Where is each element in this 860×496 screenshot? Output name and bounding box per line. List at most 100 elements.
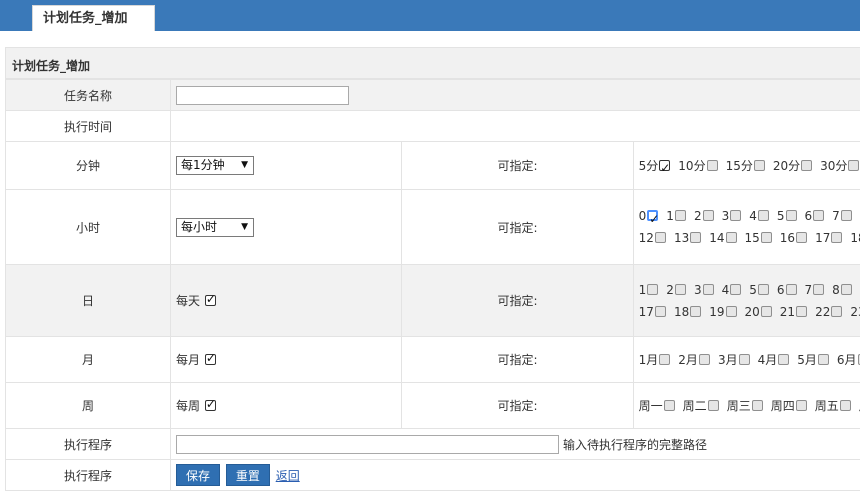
row-exec-time: 执行时间 — [5, 110, 860, 142]
label-hour: 小时 — [5, 189, 171, 265]
hour-option-label: 3 — [721, 209, 730, 223]
hour-select[interactable]: 每小时 ▼ — [176, 217, 254, 237]
day-option-checkbox[interactable] — [796, 305, 808, 317]
program-path-input[interactable] — [176, 434, 559, 454]
minute-option-checkbox[interactable] — [706, 159, 718, 171]
month-option-label: 5月 — [797, 352, 817, 367]
week-option-label: 周五 — [814, 398, 839, 413]
row-month: 月 每月 可指定: 1月2月3月4月5月6月7月8月9 — [5, 336, 860, 383]
day-option-label: 7 — [804, 282, 813, 297]
hour-option-checkbox[interactable] — [690, 232, 702, 243]
hour-option-label: 14 — [709, 231, 725, 245]
hour-option: 12 — [639, 227, 666, 249]
hour-option-checkbox[interactable] — [840, 210, 852, 221]
hour-option-label: 13 — [673, 231, 690, 245]
hour-option-checkbox[interactable] — [702, 210, 714, 221]
hour-option-checkbox[interactable] — [647, 208, 659, 230]
hour-option: 4 — [749, 205, 769, 227]
hour-option-checkbox[interactable] — [725, 232, 737, 243]
tab-task-add[interactable]: 计划任务_增加 — [32, 5, 155, 31]
hour-option-label: 0 — [638, 209, 647, 223]
hour-option-checkbox[interactable] — [796, 232, 808, 243]
minute-option: 15分 — [726, 155, 765, 177]
month-option-label: 2月 — [678, 352, 698, 367]
hour-option-checkbox[interactable] — [760, 232, 772, 243]
month-option-checkbox[interactable] — [817, 353, 829, 365]
row-week: 周 每周 可指定: 周一周二周三周四周五周六周日 — [5, 382, 860, 429]
day-option: 22 — [815, 301, 843, 323]
day-option-checkbox[interactable] — [690, 305, 702, 317]
hour-option-checkbox[interactable] — [654, 232, 666, 243]
hour-option-checkbox[interactable] — [730, 210, 742, 221]
day-options-line2: 1718192021222324252 — [639, 301, 860, 323]
row-minute: 分钟 每1分钟▼ 可指定: 5分10分15分20分30分40分50分 — [5, 141, 860, 190]
task-form-table: 任务名称 执行时间 分钟 每1分钟 ▼ 可指定: 5分 10分 15分 20分 30分 4 0… — [5, 79, 860, 491]
month-option-label: 6月 — [836, 352, 857, 367]
minute-option-label: 20分 — [772, 158, 801, 173]
hour-option-checkbox[interactable] — [785, 210, 797, 221]
label-month: 月 — [5, 336, 171, 383]
day-option: 4 — [722, 279, 742, 301]
week-option-checkbox[interactable] — [663, 399, 675, 411]
every-month-checkbox[interactable] — [204, 351, 216, 365]
week-option-checkbox[interactable] — [839, 399, 851, 411]
minute-select[interactable]: 每1分钟 ▼ — [176, 156, 254, 175]
day-option-checkbox[interactable] — [674, 283, 686, 295]
week-option-label: 周四 — [770, 398, 795, 413]
day-option-checkbox[interactable] — [760, 305, 772, 317]
minute-option-label: 30分 — [820, 158, 848, 173]
program-path-hint: 输入待执行程序的完整路径 — [563, 437, 708, 452]
hour-option: 14 — [709, 227, 737, 249]
minute-option-label: 5分 — [638, 158, 659, 173]
day-option: 17 — [639, 301, 666, 323]
label-actions: 执行程序 — [5, 459, 171, 491]
hour-option-checkbox[interactable] — [813, 210, 825, 221]
week-option-checkbox[interactable] — [795, 399, 807, 411]
day-option-checkbox[interactable] — [785, 283, 797, 295]
month-option-checkbox[interactable] — [738, 353, 750, 365]
day-option-checkbox[interactable] — [730, 283, 742, 295]
hour-option-checkbox[interactable] — [674, 210, 686, 221]
every-day-checkbox[interactable] — [204, 292, 216, 306]
day-option-checkbox[interactable] — [831, 305, 843, 317]
month-option-checkbox[interactable] — [698, 353, 710, 365]
day-option-checkbox[interactable] — [702, 283, 714, 295]
reset-button[interactable]: 重置 — [225, 464, 270, 486]
month-option-checkbox[interactable] — [778, 353, 790, 365]
day-option-checkbox[interactable] — [725, 305, 737, 317]
minute-options: 5分10分15分20分30分40分50分 — [638, 155, 860, 179]
month-option-checkbox[interactable] — [659, 353, 671, 365]
minute-option-checkbox[interactable] — [848, 159, 860, 171]
every-week-checkbox[interactable] — [204, 397, 216, 411]
week-option-checkbox[interactable] — [751, 399, 763, 411]
back-link[interactable]: 返回 — [276, 469, 300, 483]
day-option-checkbox[interactable] — [757, 283, 769, 295]
minute-option-checkbox[interactable] — [659, 157, 670, 179]
week-option: 周二 — [683, 395, 719, 417]
month-spec-label: 可指定: — [401, 336, 634, 383]
hour-option-checkbox[interactable] — [757, 210, 769, 221]
day-option-checkbox[interactable] — [647, 283, 659, 295]
day-option: 18 — [674, 301, 702, 323]
day-option: 20 — [745, 301, 772, 323]
top-bar: 计划任务_增加 — [0, 0, 860, 31]
month-option: 1月 — [639, 349, 671, 371]
hour-option-label: 18 — [850, 231, 860, 245]
hour-option-label: 17 — [815, 231, 831, 245]
task-name-input[interactable] — [176, 85, 349, 105]
minute-option-checkbox[interactable] — [753, 159, 765, 171]
hour-option-checkbox[interactable] — [831, 232, 843, 243]
day-option-checkbox[interactable] — [840, 283, 852, 295]
month-option: 4月 — [758, 349, 790, 371]
week-option-checkbox[interactable] — [707, 399, 719, 411]
week-option-label: 周三 — [726, 398, 751, 413]
minute-option-checkbox[interactable] — [801, 159, 813, 171]
day-options-line1: 1234567891011 — [639, 279, 860, 301]
day-option-label: 23 — [850, 304, 860, 319]
day-option-checkbox[interactable] — [654, 305, 666, 317]
day-option-checkbox[interactable] — [813, 283, 825, 295]
label-program: 执行程序 — [5, 428, 171, 460]
save-button[interactable]: 保存 — [176, 464, 221, 486]
week-spec-label: 可指定: — [401, 382, 634, 429]
minute-option: 5分 — [638, 155, 671, 179]
